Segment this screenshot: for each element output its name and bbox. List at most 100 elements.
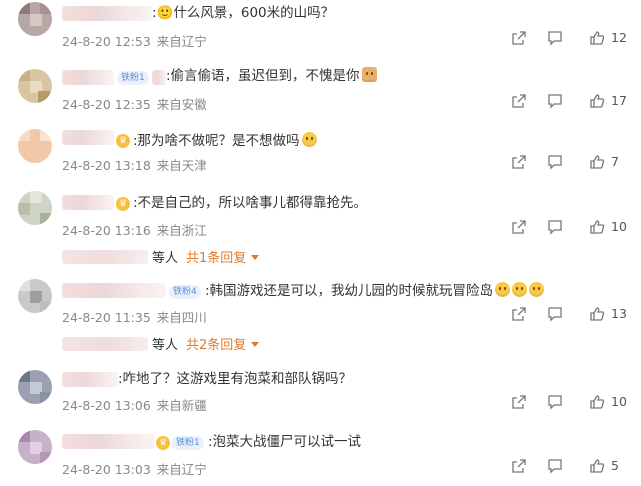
comment-item: ♛ :不是自己的，所以啥事儿都得靠抢先。 24-8-20 13:16 来自浙江 1… (0, 189, 641, 269)
share-icon[interactable] (511, 394, 527, 410)
comment-item: :咋地了？这游戏里有泡菜和部队锅吗？ 24-8-20 13:06 来自新疆 10 (0, 366, 641, 421)
comment-location: 来自天津 (156, 158, 207, 173)
comment-time: 24-8-20 13:16 (62, 223, 151, 238)
emoji-icon (512, 282, 528, 297)
comment-location: 来自辽宁 (156, 34, 207, 49)
comment-time: 24-8-20 11:35 (62, 310, 151, 325)
avatar[interactable] (18, 191, 52, 225)
comment-text: :🙂什么风景，600米的山吗？ (152, 5, 335, 21)
comment-item: 铁粉4 :韩国游戏还是可以，我幼儿园的时候就玩冒险岛 24-8-20 11:35… (0, 277, 641, 357)
comment-meta: 24-8-20 12:35 来自安徽 (62, 94, 213, 113)
share-icon[interactable] (511, 306, 527, 322)
comment-location: 来自四川 (156, 310, 207, 325)
comment-item: ♛ :那为啥不做呢？是不想做吗 24-8-20 13:18 来自天津 7 (0, 126, 641, 181)
comment-location: 来自新疆 (156, 398, 207, 413)
comment-icon[interactable] (547, 154, 563, 170)
like-count: 5 (611, 458, 619, 473)
username[interactable] (62, 195, 114, 210)
comment-icon[interactable] (547, 219, 563, 235)
share-icon[interactable] (511, 93, 527, 109)
comment-item: ♛ 铁粉1 :泡菜大战僵尸可以试一试 24-8-20 13:03 来自辽宁 5 (0, 428, 641, 486)
crown-icon: ♛ (116, 197, 130, 211)
like-count: 13 (611, 306, 627, 321)
avatar[interactable] (18, 279, 52, 313)
share-icon[interactable] (511, 458, 527, 474)
like-count: 17 (611, 93, 627, 108)
emoji-icon (301, 132, 317, 147)
comment-text: :韩国游戏还是可以，我幼儿园的时候就玩冒险岛 (205, 282, 545, 300)
username-tail (152, 70, 166, 85)
reply-summary[interactable]: 等人 共2条回复 (62, 334, 260, 353)
username[interactable] (62, 70, 114, 85)
comment-text: :咋地了？这游戏里有泡菜和部队锅吗？ (118, 371, 353, 387)
caret-down-icon (251, 342, 260, 347)
avatar[interactable] (18, 2, 52, 36)
comment-item: :🙂什么风景，600米的山吗？ 24-8-20 12:53 来自辽宁 12 (0, 0, 641, 55)
like-icon[interactable] (589, 394, 605, 410)
reply-users (62, 250, 148, 264)
fan-badge[interactable]: 铁粉1 (172, 436, 204, 450)
comment-location: 来自安徽 (156, 97, 207, 112)
fan-badge[interactable]: 铁粉1 (117, 71, 149, 85)
avatar[interactable] (18, 69, 52, 103)
like-count: 12 (611, 30, 627, 45)
crown-icon: ♛ (156, 436, 170, 450)
emoji-icon (529, 282, 545, 297)
comment-icon[interactable] (547, 30, 563, 46)
comment-location: 来自浙江 (156, 223, 207, 238)
like-count: 10 (611, 394, 627, 409)
reply-count-link[interactable]: 共1条回复 (186, 251, 246, 266)
comment-meta: 24-8-20 13:16 来自浙江 (62, 220, 213, 239)
cat-emoji-icon (361, 67, 377, 82)
username[interactable] (62, 372, 118, 387)
comment-icon[interactable] (547, 306, 563, 322)
comment-meta: 24-8-20 13:18 来自天津 (62, 155, 213, 174)
username[interactable] (62, 434, 154, 449)
username[interactable] (62, 130, 114, 145)
emoji-icon (495, 282, 511, 297)
comment-icon[interactable] (547, 93, 563, 109)
avatar[interactable] (18, 129, 52, 163)
share-icon[interactable] (511, 30, 527, 46)
comment-time: 24-8-20 13:06 (62, 398, 151, 413)
like-icon[interactable] (589, 154, 605, 170)
comment-icon[interactable] (547, 458, 563, 474)
comment-time: 24-8-20 13:03 (62, 462, 151, 477)
like-icon[interactable] (589, 306, 605, 322)
comment-text: :不是自己的，所以啥事儿都得靠抢先。 (133, 195, 368, 211)
avatar[interactable] (18, 430, 52, 464)
like-icon[interactable] (589, 219, 605, 235)
like-count: 10 (611, 219, 627, 234)
comment-icon[interactable] (547, 394, 563, 410)
like-icon[interactable] (589, 93, 605, 109)
like-count: 7 (611, 154, 619, 169)
caret-down-icon (251, 255, 260, 260)
comment-text: :偷言偷语，虽迟但到，不愧是你 (166, 67, 377, 85)
comment-text: :那为啥不做呢？是不想做吗 (133, 132, 317, 150)
reply-count-link[interactable]: 共2条回复 (186, 338, 246, 353)
reply-summary[interactable]: 等人 共1条回复 (62, 247, 260, 266)
comment-actions: 5 (511, 458, 641, 476)
comment-actions: 10 (511, 219, 641, 237)
comment-item: 铁粉1 :偷言偷语，虽迟但到，不愧是你 24-8-20 12:35 来自安徽 17 (0, 63, 641, 118)
comment-time: 24-8-20 12:53 (62, 34, 151, 49)
username[interactable] (62, 283, 166, 298)
fan-badge[interactable]: 铁粉4 (169, 285, 201, 299)
share-icon[interactable] (511, 154, 527, 170)
comment-actions: 7 (511, 154, 641, 172)
username[interactable] (62, 6, 152, 21)
comment-time: 24-8-20 13:18 (62, 158, 151, 173)
reply-who: 等人 (152, 338, 179, 353)
comment-time: 24-8-20 12:35 (62, 97, 151, 112)
comment-meta: 24-8-20 13:06 来自新疆 (62, 395, 213, 414)
reply-users (62, 337, 148, 351)
comment-actions: 12 (511, 30, 641, 48)
comment-meta: 24-8-20 12:53 来自辽宁 (62, 31, 213, 50)
like-icon[interactable] (589, 30, 605, 46)
comment-actions: 10 (511, 394, 641, 412)
reply-who: 等人 (152, 251, 179, 266)
avatar[interactable] (18, 370, 52, 404)
comment-actions: 13 (511, 306, 641, 324)
like-icon[interactable] (589, 458, 605, 474)
share-icon[interactable] (511, 219, 527, 235)
